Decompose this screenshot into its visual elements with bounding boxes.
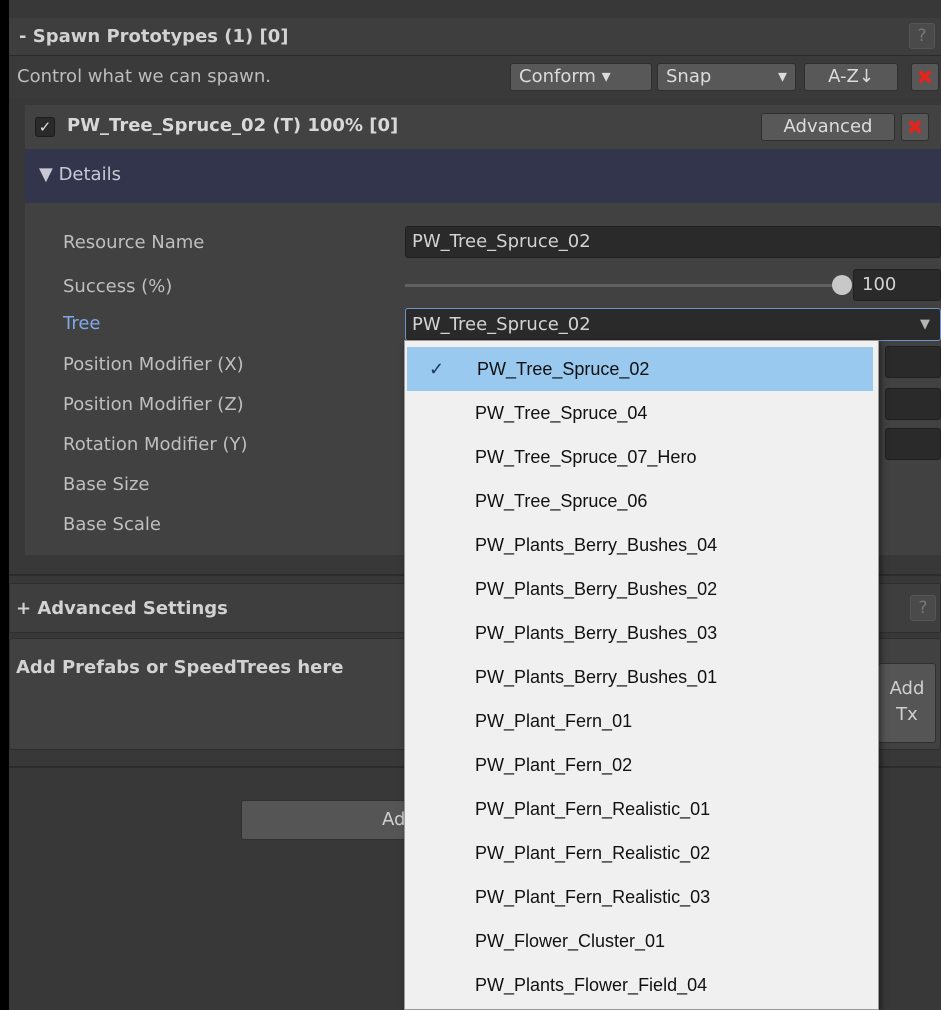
conform-dropdown[interactable]: Conform ▾: [510, 63, 652, 91]
resource-name-input[interactable]: PW_Tree_Spruce_02: [405, 226, 941, 258]
dropdown-option-label: PW_Tree_Spruce_07_Hero: [475, 447, 697, 467]
rotation-y-label: Rotation Modifier (Y): [63, 434, 248, 455]
sort-az-button[interactable]: A-Z↓: [804, 63, 898, 91]
dropdown-option[interactable]: PW_Plant_Fern_01: [405, 699, 878, 743]
dropdown-option-label: PW_Plants_Berry_Bushes_02: [475, 579, 718, 599]
dropdown-option[interactable]: PW_Tree_Spruce_07_Hero: [405, 435, 878, 479]
advanced-help-button[interactable]: ?: [910, 595, 936, 621]
position-z-label: Position Modifier (Z): [63, 394, 244, 415]
tree-label: Tree: [63, 313, 101, 334]
dropdown-option-label: PW_Plant_Fern_Realistic_02: [475, 843, 711, 863]
tree-dropdown-menu: ✓ PW_Tree_Spruce_02 PW_Tree_Spruce_04 PW…: [404, 340, 879, 1010]
dropdown-option-label: PW_Plant_Fern_02: [475, 755, 633, 775]
prototype-header[interactable]: ✓ PW_Tree_Spruce_02 (T) 100% [0] Advance…: [25, 105, 941, 149]
resource-name-label: Resource Name: [63, 232, 205, 253]
snap-label: Snap: [666, 66, 712, 87]
dropdown-option-label: PW_Tree_Spruce_04: [475, 403, 648, 423]
inspector-panel: - Spawn Prototypes (1) [0] ? Control wha…: [9, 0, 941, 1010]
dropdown-option-label: PW_Tree_Spruce_02: [477, 359, 650, 379]
dropdown-option[interactable]: PW_Plant_Fern_Realistic_02: [405, 831, 878, 875]
dropdown-option-label: PW_Tree_Spruce_06: [475, 491, 648, 511]
spawn-prototypes-header[interactable]: - Spawn Prototypes (1) [0] ?: [9, 18, 941, 56]
success-slider-track[interactable]: [405, 284, 835, 287]
dropdown-option[interactable]: PW_Plants_Berry_Bushes_02: [405, 567, 878, 611]
tree-select-value: PW_Tree_Spruce_02: [412, 314, 591, 335]
dropdown-arrow-icon: ▼: [920, 317, 930, 332]
dropdown-option-label: PW_Plant_Fern_Realistic_03: [475, 887, 711, 907]
spawn-help-button[interactable]: ?: [909, 23, 935, 49]
prototype-active-checkbox[interactable]: ✓: [35, 117, 55, 137]
base-scale-label: Base Scale: [63, 514, 161, 535]
spawn-description: Control what we can spawn.: [17, 66, 271, 87]
dropdown-option-label: PW_Flower_Cluster_01: [475, 931, 666, 951]
dropdown-option-label: PW_Plant_Fern_Realistic_01: [475, 799, 711, 819]
dropdown-option-label: PW_Plant_Fern_01: [475, 711, 633, 731]
dropdown-option[interactable]: PW_Plant_Fern_02: [405, 743, 878, 787]
snap-dropdown[interactable]: Snap ▾: [657, 63, 796, 91]
advanced-settings-title: + Advanced Settings: [16, 598, 228, 619]
dropdown-option[interactable]: PW_Plants_Berry_Bushes_03: [405, 611, 878, 655]
add-texture-line2: Tx: [896, 704, 918, 725]
dropdown-option[interactable]: PW_Plants_Berry_Bushes_04: [405, 523, 878, 567]
dropdown-option[interactable]: PW_Plants_Berry_Bushes_01: [405, 655, 878, 699]
dropdown-option[interactable]: PW_Plant_Fern_Realistic_03: [405, 875, 878, 919]
position-z-input[interactable]: [885, 388, 941, 420]
dropdown-option-label: PW_Plants_Berry_Bushes_03: [475, 623, 718, 643]
success-slider-handle[interactable]: [832, 275, 852, 295]
details-foldout[interactable]: ▼ Details: [25, 149, 941, 203]
spawn-prototypes-title: - Spawn Prototypes (1) [0]: [19, 26, 289, 47]
position-x-input[interactable]: [885, 346, 941, 378]
dropdown-option[interactable]: PW_Tree_Spruce_06: [405, 479, 878, 523]
checkmark-icon: ✓: [429, 359, 445, 379]
dropdown-option[interactable]: PW_Plant_Fern_Realistic_01: [405, 787, 878, 831]
advanced-button[interactable]: Advanced: [761, 113, 895, 141]
dropdown-option[interactable]: PW_Plants_Flower_Field_04: [405, 963, 878, 1007]
chevron-down-icon: ▾: [777, 66, 787, 87]
success-value-input[interactable]: 100: [853, 269, 941, 301]
add-texture-line1: Add: [889, 678, 925, 699]
rotation-y-input[interactable]: [885, 428, 941, 460]
dropdown-option[interactable]: PW_Tree_Spruce_04: [405, 391, 878, 435]
success-label: Success (%): [63, 276, 173, 297]
delete-prototype-icon[interactable]: ✖: [901, 113, 929, 141]
add-prefabs-label: Add Prefabs or SpeedTrees here: [16, 657, 344, 678]
add-texture-button[interactable]: Add Tx: [878, 663, 936, 743]
details-foldout-label: ▼ Details: [39, 164, 121, 185]
spawn-toolbar-row: Control what we can spawn. Conform ▾ Sna…: [9, 56, 941, 98]
position-x-label: Position Modifier (X): [63, 354, 244, 375]
dropdown-option-label: PW_Plants_Berry_Bushes_04: [475, 535, 718, 555]
base-size-label: Base Size: [63, 474, 150, 495]
dropdown-option[interactable]: ✓ PW_Tree_Spruce_02: [407, 347, 873, 391]
add-button[interactable]: Add: [241, 800, 431, 840]
tree-select[interactable]: PW_Tree_Spruce_02 ▼: [405, 308, 941, 341]
dropdown-option[interactable]: PW_Flower_Cluster_01: [405, 919, 878, 963]
dropdown-option-label: PW_Plants_Berry_Bushes_01: [475, 667, 718, 687]
prototype-title: PW_Tree_Spruce_02 (T) 100% [0]: [67, 115, 399, 136]
dropdown-option-label: PW_Plants_Flower_Field_04: [475, 975, 708, 995]
delete-all-icon[interactable]: ✖: [911, 63, 939, 91]
